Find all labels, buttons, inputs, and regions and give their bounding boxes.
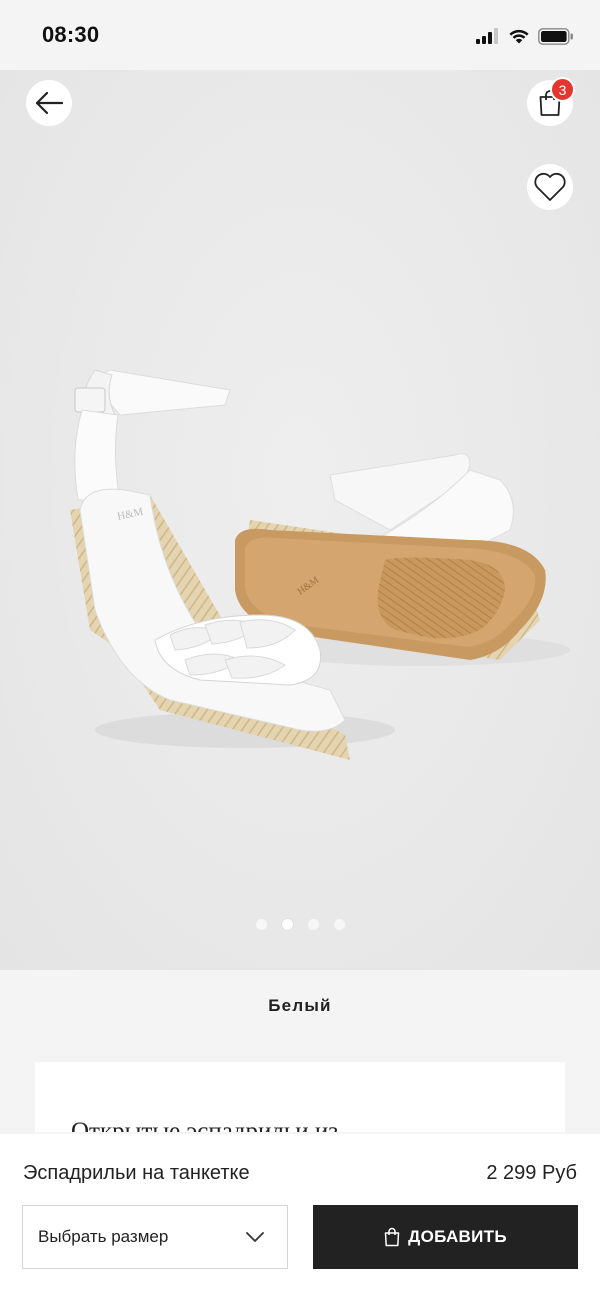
heart-icon [534,172,566,201]
carousel-dot[interactable] [333,919,345,930]
status-bar: 08:30 [0,0,600,70]
shopping-bag-icon [384,1227,400,1247]
favorite-button[interactable] [527,164,573,210]
color-label[interactable]: Белый [0,996,600,1016]
description-text: Открытые эспадрильи из [71,1118,339,1132]
arrow-left-icon [35,91,64,115]
product-name: Эспадрильи на танкетке [23,1162,250,1184]
carousel-dot[interactable] [307,919,319,930]
description-card: Открытые эспадрильи из [35,1062,565,1132]
size-select[interactable]: Выбрать размер [22,1205,288,1269]
add-to-cart-button[interactable]: ДОБАВИТЬ [313,1205,578,1269]
signal-icon [476,28,498,44]
size-select-label: Выбрать размер [38,1227,169,1246]
chevron-down-icon [246,1232,264,1242]
cart-count-badge: 3 [550,77,575,102]
product-price: 2 299 Руб [486,1162,577,1184]
carousel-indicator [0,919,600,930]
product-image[interactable]: H&M H&M 3 [0,70,600,970]
carousel-dot-active[interactable] [281,919,293,930]
battery-icon [538,27,573,45]
carousel-dot[interactable] [255,919,267,930]
status-icons [476,26,574,46]
status-time: 08:30 [42,22,100,47]
wifi-icon [509,29,529,44]
back-button[interactable] [26,80,72,126]
product-photo: H&M H&M [70,369,570,760]
product-details: Белый Открытые эспадрильи из [0,970,600,1140]
purchase-panel: Эспадрильи на танкетке 2 299 Руб Выбрать… [0,1134,600,1297]
cart-button[interactable]: 3 [527,77,575,126]
add-to-cart-label: ДОБАВИТЬ [408,1227,507,1246]
